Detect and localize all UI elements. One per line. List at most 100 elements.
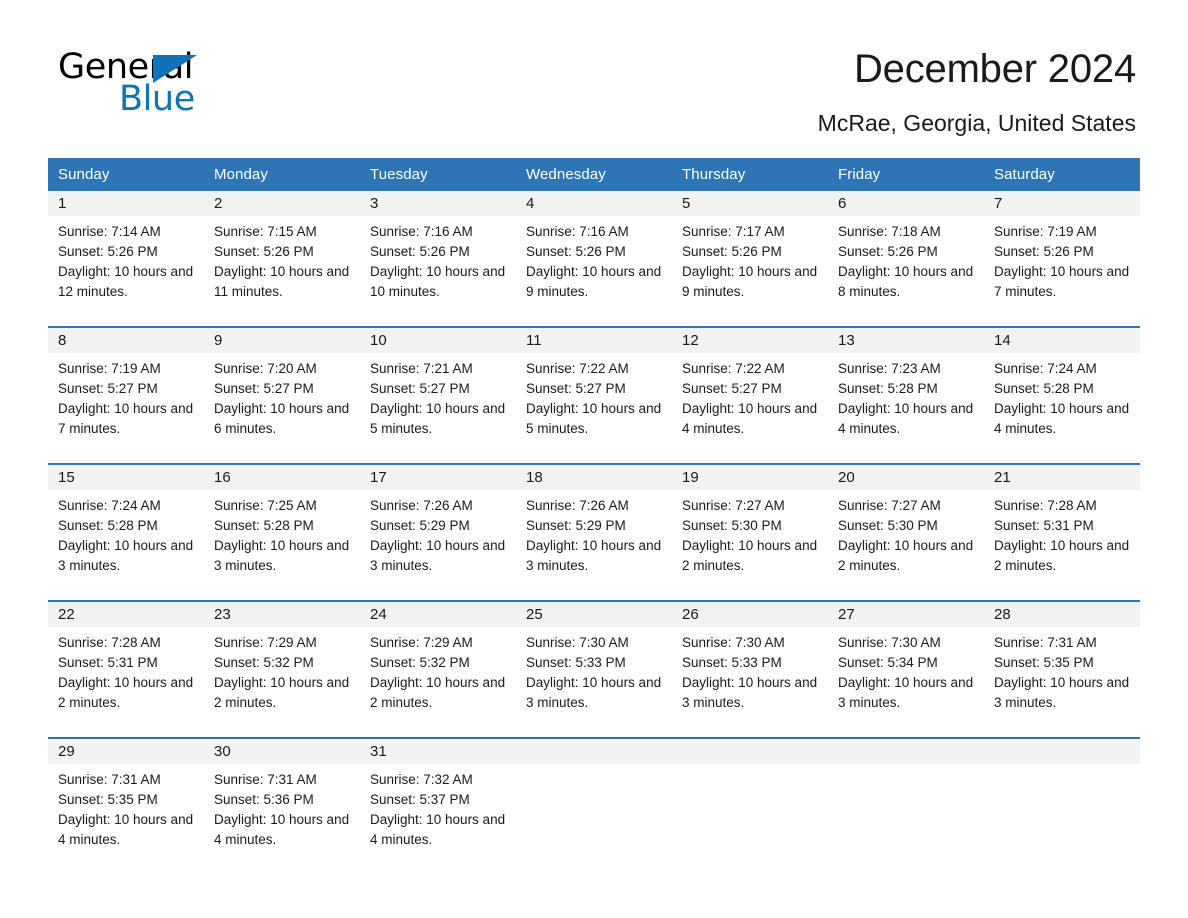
calendar-day-cell[interactable]: 20 Sunrise: 7:27 AM Sunset: 5:30 PM Dayligh…	[828, 463, 984, 602]
daylight-text: Daylight: 10 hours and 9 minutes.	[526, 264, 662, 300]
calendar-day-cell[interactable]: 30 Sunrise: 7:31 AM Sunset: 5:36 PM Dayligh…	[204, 737, 360, 875]
calendar-day-cell[interactable]: 23 Sunrise: 7:29 AM Sunset: 5:32 PM Dayligh…	[204, 600, 360, 739]
calendar-day-cell[interactable]: 19 Sunrise: 7:27 AM Sunset: 5:30 PM Dayligh…	[672, 463, 828, 602]
calendar-day-cell[interactable]: 26 Sunrise: 7:30 AM Sunset: 5:33 PM Dayligh…	[672, 600, 828, 739]
calendar-day-cell[interactable]: 14 Sunrise: 7:24 AM Sunset: 5:28 PM Dayligh…	[984, 326, 1140, 465]
calendar-day-cell[interactable]: 6 Sunrise: 7:18 AM Sunset: 5:26 PM Daylight…	[828, 191, 984, 327]
day-cell-inner: 20 Sunrise: 7:27 AM Sunset: 5:30 PM Dayligh…	[828, 465, 984, 601]
weekday-header-sunday: Sunday	[48, 158, 204, 192]
sunrise-text: Sunrise: 7:29 AM	[370, 635, 473, 651]
calendar-day-cell[interactable]: 22 Sunrise: 7:28 AM Sunset: 5:31 PM Dayligh…	[48, 600, 204, 739]
calendar-day-cell[interactable]: 10 Sunrise: 7:21 AM Sunset: 5:27 PM Dayligh…	[360, 326, 516, 465]
sunset-text: Sunset: 5:35 PM	[994, 655, 1094, 671]
day-cell-inner: 9 Sunrise: 7:20 AM Sunset: 5:27 PM Daylight…	[204, 328, 360, 464]
day-cell-inner: 25 Sunrise: 7:30 AM Sunset: 5:33 PM Dayligh…	[516, 602, 672, 738]
day-details: Sunrise: 7:25 AM Sunset: 5:28 PM Daylight:…	[204, 490, 360, 576]
calendar-body: 1 Sunrise: 7:14 AM Sunset: 5:26 PM Daylight…	[48, 191, 1140, 875]
calendar-day-cell[interactable]: 11 Sunrise: 7:22 AM Sunset: 5:27 PM Dayligh…	[516, 326, 672, 465]
calendar-day-cell[interactable]: 3 Sunrise: 7:16 AM Sunset: 5:26 PM Daylight…	[360, 191, 516, 327]
day-details: Sunrise: 7:20 AM Sunset: 5:27 PM Daylight:…	[204, 353, 360, 439]
day-cell-inner: 10 Sunrise: 7:21 AM Sunset: 5:27 PM Dayligh…	[360, 328, 516, 464]
calendar-day-cell[interactable]: 4 Sunrise: 7:16 AM Sunset: 5:26 PM Daylight…	[516, 191, 672, 327]
calendar-day-cell[interactable]: 21 Sunrise: 7:28 AM Sunset: 5:31 PM Dayligh…	[984, 463, 1140, 602]
daylight-text: Daylight: 10 hours and 2 minutes.	[370, 675, 506, 711]
day-number: 29	[48, 739, 204, 765]
page-header: General Blue December 2024 McRae, Georgi…	[0, 0, 1188, 136]
daylight-text: Daylight: 10 hours and 4 minutes.	[682, 401, 818, 437]
calendar-week-row: 15 Sunrise: 7:24 AM Sunset: 5:28 PM Dayligh…	[48, 463, 1140, 602]
day-number	[828, 739, 984, 765]
day-details: Sunrise: 7:15 AM Sunset: 5:26 PM Daylight:…	[204, 216, 360, 302]
day-number: 10	[360, 328, 516, 354]
day-number: 21	[984, 465, 1140, 491]
daylight-text: Daylight: 10 hours and 2 minutes.	[682, 538, 818, 574]
calendar-day-cell[interactable]: 9 Sunrise: 7:20 AM Sunset: 5:27 PM Daylight…	[204, 326, 360, 465]
daylight-text: Daylight: 10 hours and 7 minutes.	[58, 401, 194, 437]
sunset-text: Sunset: 5:26 PM	[682, 244, 782, 260]
day-details: Sunrise: 7:22 AM Sunset: 5:27 PM Daylight:…	[672, 353, 828, 439]
calendar-day-cell[interactable]: 12 Sunrise: 7:22 AM Sunset: 5:27 PM Dayligh…	[672, 326, 828, 465]
calendar-day-cell[interactable]: 16 Sunrise: 7:25 AM Sunset: 5:28 PM Dayligh…	[204, 463, 360, 602]
daylight-text: Daylight: 10 hours and 4 minutes.	[58, 812, 194, 848]
sunrise-text: Sunrise: 7:20 AM	[214, 361, 317, 377]
day-number: 1	[48, 191, 204, 217]
daylight-text: Daylight: 10 hours and 8 minutes.	[838, 264, 974, 300]
day-cell-inner: 14 Sunrise: 7:24 AM Sunset: 5:28 PM Dayligh…	[984, 328, 1140, 464]
sunset-text: Sunset: 5:26 PM	[214, 244, 314, 260]
calendar-day-cell[interactable]: 7 Sunrise: 7:19 AM Sunset: 5:26 PM Daylight…	[984, 191, 1140, 327]
day-details	[516, 764, 672, 770]
daylight-text: Daylight: 10 hours and 2 minutes.	[214, 675, 350, 711]
daylight-text: Daylight: 10 hours and 3 minutes.	[370, 538, 506, 574]
sunset-text: Sunset: 5:28 PM	[838, 381, 938, 397]
day-number: 15	[48, 465, 204, 491]
sunrise-text: Sunrise: 7:22 AM	[526, 361, 629, 377]
sunset-text: Sunset: 5:27 PM	[214, 381, 314, 397]
day-cell-inner: 13 Sunrise: 7:23 AM Sunset: 5:28 PM Dayligh…	[828, 328, 984, 464]
sunset-text: Sunset: 5:27 PM	[526, 381, 626, 397]
calendar-day-cell[interactable]: 18 Sunrise: 7:26 AM Sunset: 5:29 PM Dayligh…	[516, 463, 672, 602]
generalblue-logo[interactable]: General Blue	[56, 46, 256, 118]
day-cell-inner: 28 Sunrise: 7:31 AM Sunset: 5:35 PM Dayligh…	[984, 602, 1140, 738]
calendar-day-cell[interactable]: 15 Sunrise: 7:24 AM Sunset: 5:28 PM Dayligh…	[48, 463, 204, 602]
calendar-day-cell[interactable]: 25 Sunrise: 7:30 AM Sunset: 5:33 PM Dayligh…	[516, 600, 672, 739]
day-number: 11	[516, 328, 672, 354]
calendar-day-cell[interactable]: 31 Sunrise: 7:32 AM Sunset: 5:37 PM Dayligh…	[360, 737, 516, 875]
sunrise-text: Sunrise: 7:25 AM	[214, 498, 317, 514]
day-details: Sunrise: 7:32 AM Sunset: 5:37 PM Daylight:…	[360, 764, 516, 850]
sunrise-text: Sunrise: 7:19 AM	[58, 361, 161, 377]
weekday-header-thursday: Thursday	[672, 158, 828, 192]
sunset-text: Sunset: 5:31 PM	[58, 655, 158, 671]
day-number	[672, 739, 828, 765]
sunset-text: Sunset: 5:30 PM	[682, 518, 782, 534]
day-number: 8	[48, 328, 204, 354]
day-details	[672, 764, 828, 770]
calendar-day-cell[interactable]: 1 Sunrise: 7:14 AM Sunset: 5:26 PM Daylight…	[48, 191, 204, 327]
sunrise-text: Sunrise: 7:26 AM	[526, 498, 629, 514]
calendar-day-cell[interactable]: 24 Sunrise: 7:29 AM Sunset: 5:32 PM Dayligh…	[360, 600, 516, 739]
day-cell-inner: 26 Sunrise: 7:30 AM Sunset: 5:33 PM Dayligh…	[672, 602, 828, 738]
daylight-text: Daylight: 10 hours and 6 minutes.	[214, 401, 350, 437]
daylight-text: Daylight: 10 hours and 3 minutes.	[994, 675, 1130, 711]
day-number: 23	[204, 602, 360, 628]
sunrise-text: Sunrise: 7:24 AM	[994, 361, 1097, 377]
calendar-day-cell[interactable]: 17 Sunrise: 7:26 AM Sunset: 5:29 PM Dayligh…	[360, 463, 516, 602]
daylight-text: Daylight: 10 hours and 3 minutes.	[58, 538, 194, 574]
calendar-day-cell[interactable]: 27 Sunrise: 7:30 AM Sunset: 5:34 PM Dayligh…	[828, 600, 984, 739]
calendar-day-cell[interactable]: 13 Sunrise: 7:23 AM Sunset: 5:28 PM Dayligh…	[828, 326, 984, 465]
calendar-day-cell[interactable]: 28 Sunrise: 7:31 AM Sunset: 5:35 PM Dayligh…	[984, 600, 1140, 739]
day-details: Sunrise: 7:16 AM Sunset: 5:26 PM Daylight:…	[360, 216, 516, 302]
calendar-day-cell[interactable]: 29 Sunrise: 7:31 AM Sunset: 5:35 PM Dayligh…	[48, 737, 204, 875]
sunrise-text: Sunrise: 7:21 AM	[370, 361, 473, 377]
title-block: December 2024 McRae, Georgia, United Sta…	[818, 46, 1137, 136]
calendar-day-cell[interactable]: 8 Sunrise: 7:19 AM Sunset: 5:27 PM Daylight…	[48, 326, 204, 465]
weekday-header-saturday: Saturday	[984, 158, 1140, 192]
sunset-text: Sunset: 5:30 PM	[838, 518, 938, 534]
day-cell-inner: 17 Sunrise: 7:26 AM Sunset: 5:29 PM Dayligh…	[360, 465, 516, 601]
day-details	[984, 764, 1140, 770]
calendar-day-cell[interactable]: 2 Sunrise: 7:15 AM Sunset: 5:26 PM Daylight…	[204, 191, 360, 327]
sunrise-text: Sunrise: 7:28 AM	[58, 635, 161, 651]
day-number: 4	[516, 191, 672, 217]
calendar-day-cell[interactable]: 5 Sunrise: 7:17 AM Sunset: 5:26 PM Daylight…	[672, 191, 828, 327]
day-number: 18	[516, 465, 672, 491]
calendar-week-row: 1 Sunrise: 7:14 AM Sunset: 5:26 PM Daylight…	[48, 191, 1140, 327]
